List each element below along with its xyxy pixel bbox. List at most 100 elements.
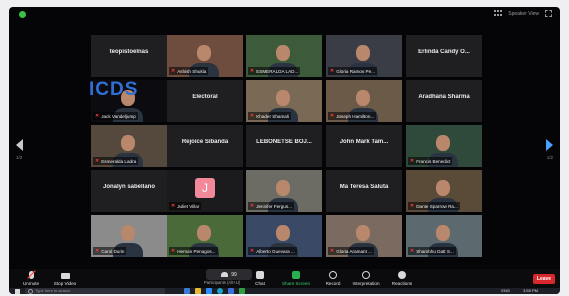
participant-tile[interactable]: Rejoice Sibanda [167,125,243,167]
participant-tile[interactable]: ✕ Gloria Aramant ... [326,215,402,257]
participant-tile[interactable]: ✕ Shambhu Datt S... [406,215,482,257]
reactions-button[interactable]: Reactions [382,271,422,286]
muted-mic-icon: ✕ [250,203,255,209]
participant-name: Rejoice Sibanda [181,139,229,145]
participant-name: Francis Benedict [416,158,451,164]
participants-icon [221,272,229,277]
participant-name: Joseph Hamilton... [336,113,375,119]
participant-label: ✕ Dante Sparrow Ra... [408,202,460,210]
stop-video-button[interactable]: Stop Video [45,271,85,286]
participant-tile[interactable]: ✕ Esmeralda Ladra [91,125,167,167]
participant-tile[interactable]: ✕ Carol Durin [91,215,167,257]
participants-count: 99 [231,271,237,278]
participant-name: Gloria Aramant ... [336,248,372,254]
muted-mic-icon: ✕ [171,203,176,209]
participant-tile[interactable]: ✕ Joseph Hamilton... [326,80,402,122]
reaction-smiley-icon [398,271,406,279]
participant-tile[interactable]: ✕ Khader Shamali [246,80,322,122]
muted-mic-icon: ✕ [330,113,335,119]
chat-label: Chat [255,281,265,286]
globe-icon [362,271,370,279]
participant-video-face [356,225,370,241]
muted-mic-icon: ✕ [95,158,100,164]
participant-label: ✕ Joseph Hamilton... [328,112,377,120]
participant-tile[interactable]: LEBONETSE BOJ... [246,125,322,167]
participant-label: ✕ Esmeralda Ladra [93,157,139,165]
fullscreen-icon[interactable] [545,10,552,17]
participant-tile[interactable]: ✕ Hernan Penagos... [167,215,243,257]
participant-tile[interactable]: Electoral [167,80,243,122]
app-icon[interactable] [228,288,234,294]
participant-name: Hernan Penagos... [177,248,216,254]
participant-tile[interactable]: ✕ Francis Benedict [406,125,482,167]
avatar: J [195,178,215,198]
record-label: Record [325,281,341,286]
participant-tile[interactable]: ✕ Ashish Shukla [167,35,243,77]
windows-start-icon[interactable] [15,289,20,294]
participant-name: Erlinda Candy O... [418,49,470,55]
muted-mic-icon: ✕ [330,248,335,254]
participant-label: ✕ Ashish Shukla [169,67,209,75]
previous-page-arrow-icon[interactable] [16,139,23,151]
browser-icon[interactable] [217,288,223,294]
file-explorer-icon[interactable] [195,288,201,294]
participants-tooltip: Participants (Alt+U) [204,280,241,285]
leave-button[interactable]: Leave [533,274,555,284]
participant-tile[interactable]: teopistoelnas [91,35,167,77]
participant-tile[interactable]: J ✕ Juliet Villar [167,170,243,212]
share-screen-label: Share Screen [281,281,311,286]
search-icon [28,289,33,294]
participant-tile[interactable]: ✕ Dante Sparrow Ra... [406,170,482,212]
participant-tile[interactable]: John Mark Tam... [326,125,402,167]
participant-tile[interactable]: ✕ ESMERALDA LAD... [246,35,322,77]
next-page-arrow-icon[interactable] [546,139,553,151]
participant-label: ✕ Alberto Guevara ... [248,247,297,255]
reactions-label: Reactions [391,281,413,286]
interpretation-button[interactable]: Interpretation [346,271,386,286]
participant-label: ✕ ESMERALDA LAD... [248,67,301,75]
participant-tile[interactable]: Ma Teresa Saluta [326,170,402,212]
participant-name: Shambhu Datt S... [416,248,454,254]
monitor-screen: teopistoelnas ✕ Ashish Shukla ✕ ESMERALDA LA… [9,7,560,294]
taskbar-search-input[interactable]: Type here to search [25,288,165,294]
zoom-app-icon[interactable] [206,288,212,294]
participant-video-face [436,135,450,151]
interpretation-label: Interpretation [352,281,380,286]
participant-tile[interactable]: Aradhana Sharma [406,80,482,122]
chat-app-icon[interactable] [239,288,245,294]
participant-name: Aradhana Sharma [418,94,470,100]
muted-mic-icon: ✕ [410,203,415,209]
speaker-view-button[interactable]: Speaker View [508,11,539,17]
participant-video-face [276,225,290,241]
participant-tile[interactable]: ✕ Jennifer Fergus... [246,170,322,212]
participant-name: ESMERALDA LAD... [256,68,299,74]
participant-name: teopistoelnas [109,49,149,55]
record-icon [329,271,337,279]
gallery-grid-icon[interactable] [494,10,503,17]
participant-name: Ashish Shukla [177,68,207,74]
participant-video-face [121,135,135,151]
windows-taskbar: Type here to search ENG 3:55 PM [9,288,560,294]
taskbar-clock[interactable]: 3:55 PM [523,288,538,294]
chat-icon [256,271,264,279]
share-screen-button[interactable]: Share Screen [276,271,316,286]
connection-status-icon[interactable] [19,11,26,18]
participants-button[interactable]: 99 [206,269,252,280]
participant-label: ✕ Jack Vandeljump [93,112,138,120]
participant-tile[interactable]: Erlinda Candy O... [406,35,482,77]
participant-video-face [276,90,290,106]
participant-name: Jennifer Fergus... [256,203,292,209]
icds-logo: ICDS [89,79,139,100]
participant-label: ✕ Francis Benedict [408,157,453,165]
participant-tile[interactable]: ✕ Gloria Ramos Pe... [326,35,402,77]
stop-video-label: Stop Video [53,281,77,286]
participant-tile[interactable]: ✕ Alberto Guevara ... [246,215,322,257]
participant-name: Ma Teresa Saluta [339,184,389,190]
video-camera-icon [60,273,70,279]
participant-tile[interactable]: Jonalyn sabellano [91,170,167,212]
page-indicator-right: 1/2 [546,155,553,160]
language-indicator[interactable]: ENG [501,288,510,294]
muted-mic-icon: ✕ [250,248,255,254]
task-view-icon[interactable] [184,288,190,294]
page-indicator-left: 1/2 [16,155,23,160]
